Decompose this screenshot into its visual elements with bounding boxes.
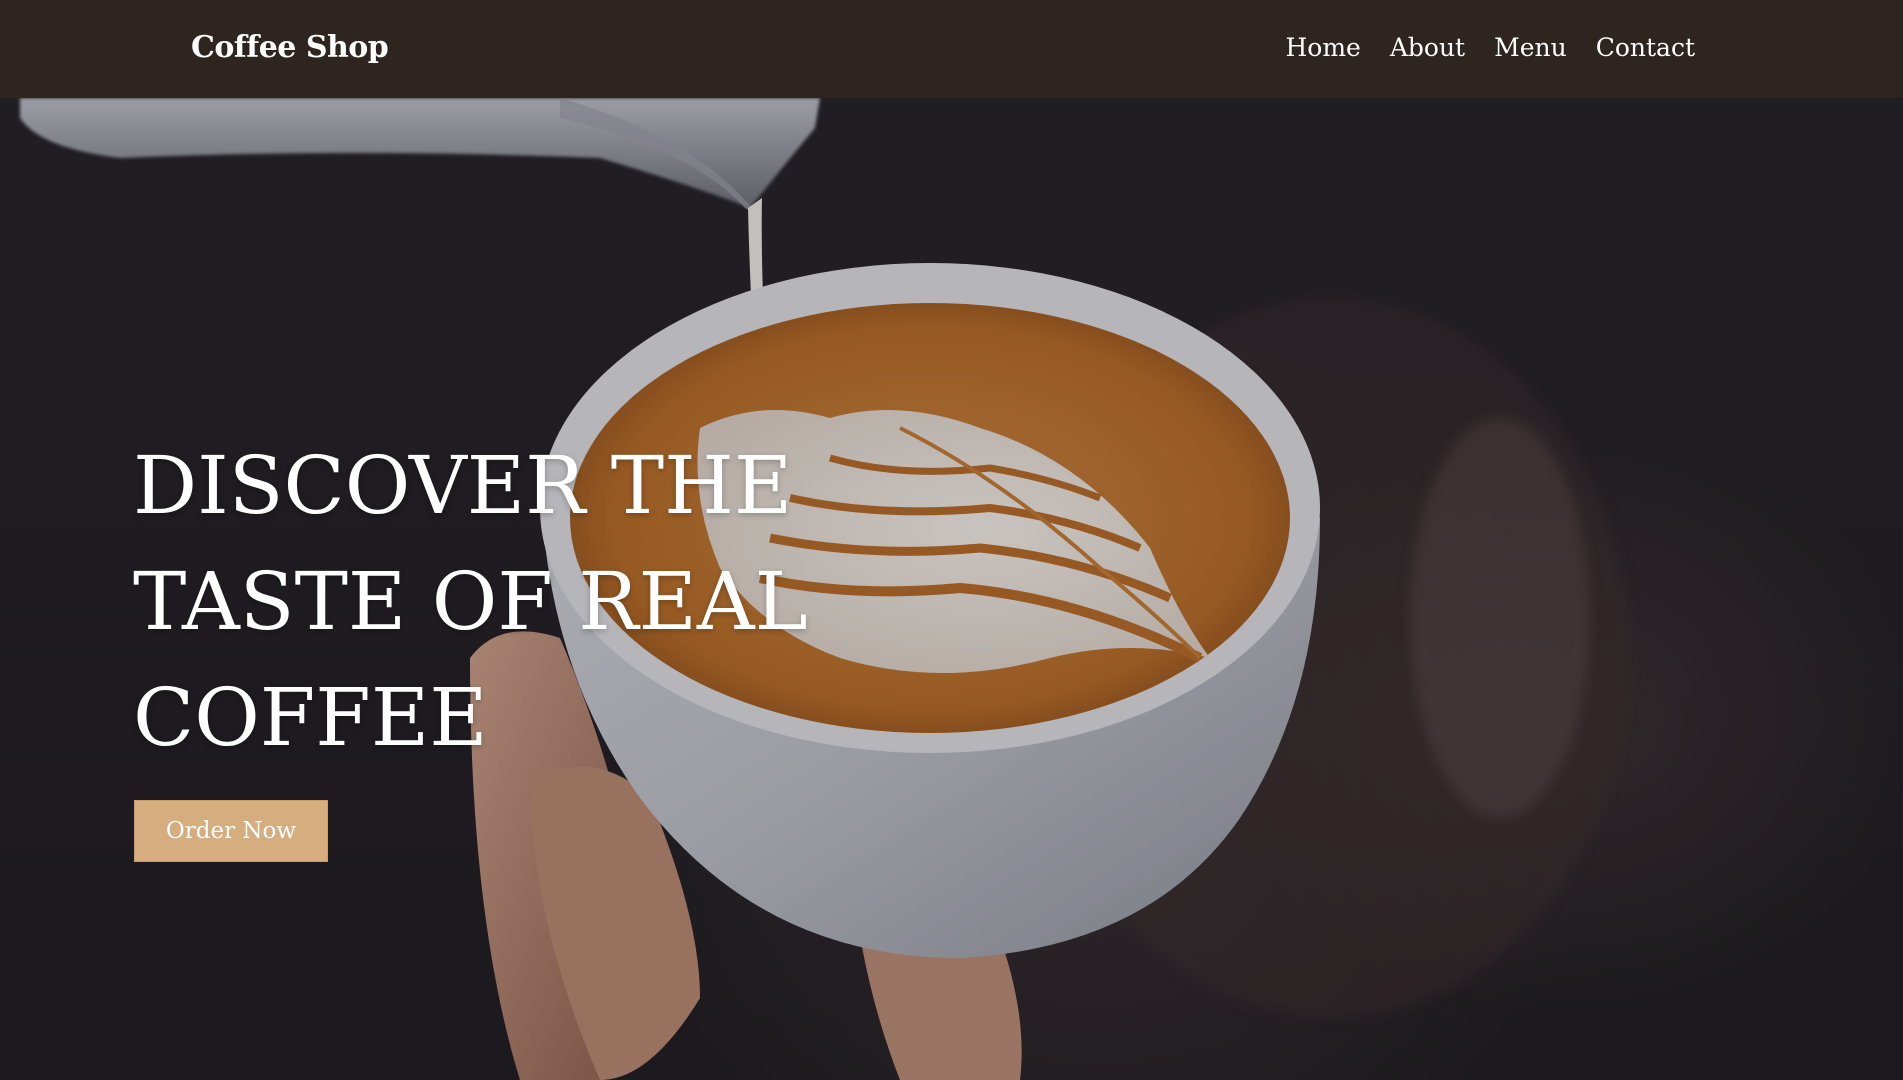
hero-title-line: DISCOVER THE <box>133 439 793 532</box>
hero-title-line: COFFEE <box>133 671 488 764</box>
nav-link-contact[interactable]: Contact <box>1596 32 1695 64</box>
nav-link-about[interactable]: About <box>1390 32 1465 64</box>
hero-section: DISCOVER THE TASTE OF REAL COFFEE Order … <box>0 98 1903 1080</box>
order-now-button[interactable]: Order Now <box>134 800 328 862</box>
hero-title: DISCOVER THE TASTE OF REAL COFFEE <box>133 428 833 776</box>
hero-title-line: TASTE OF REAL <box>133 555 808 648</box>
brand-logo[interactable]: Coffee Shop <box>191 28 389 68</box>
nav-link-menu[interactable]: Menu <box>1494 32 1567 64</box>
nav-link-home[interactable]: Home <box>1285 32 1360 64</box>
nav-links: Home About Menu Contact <box>1285 32 1695 64</box>
navbar: Coffee Shop Home About Menu Contact <box>0 0 1903 98</box>
